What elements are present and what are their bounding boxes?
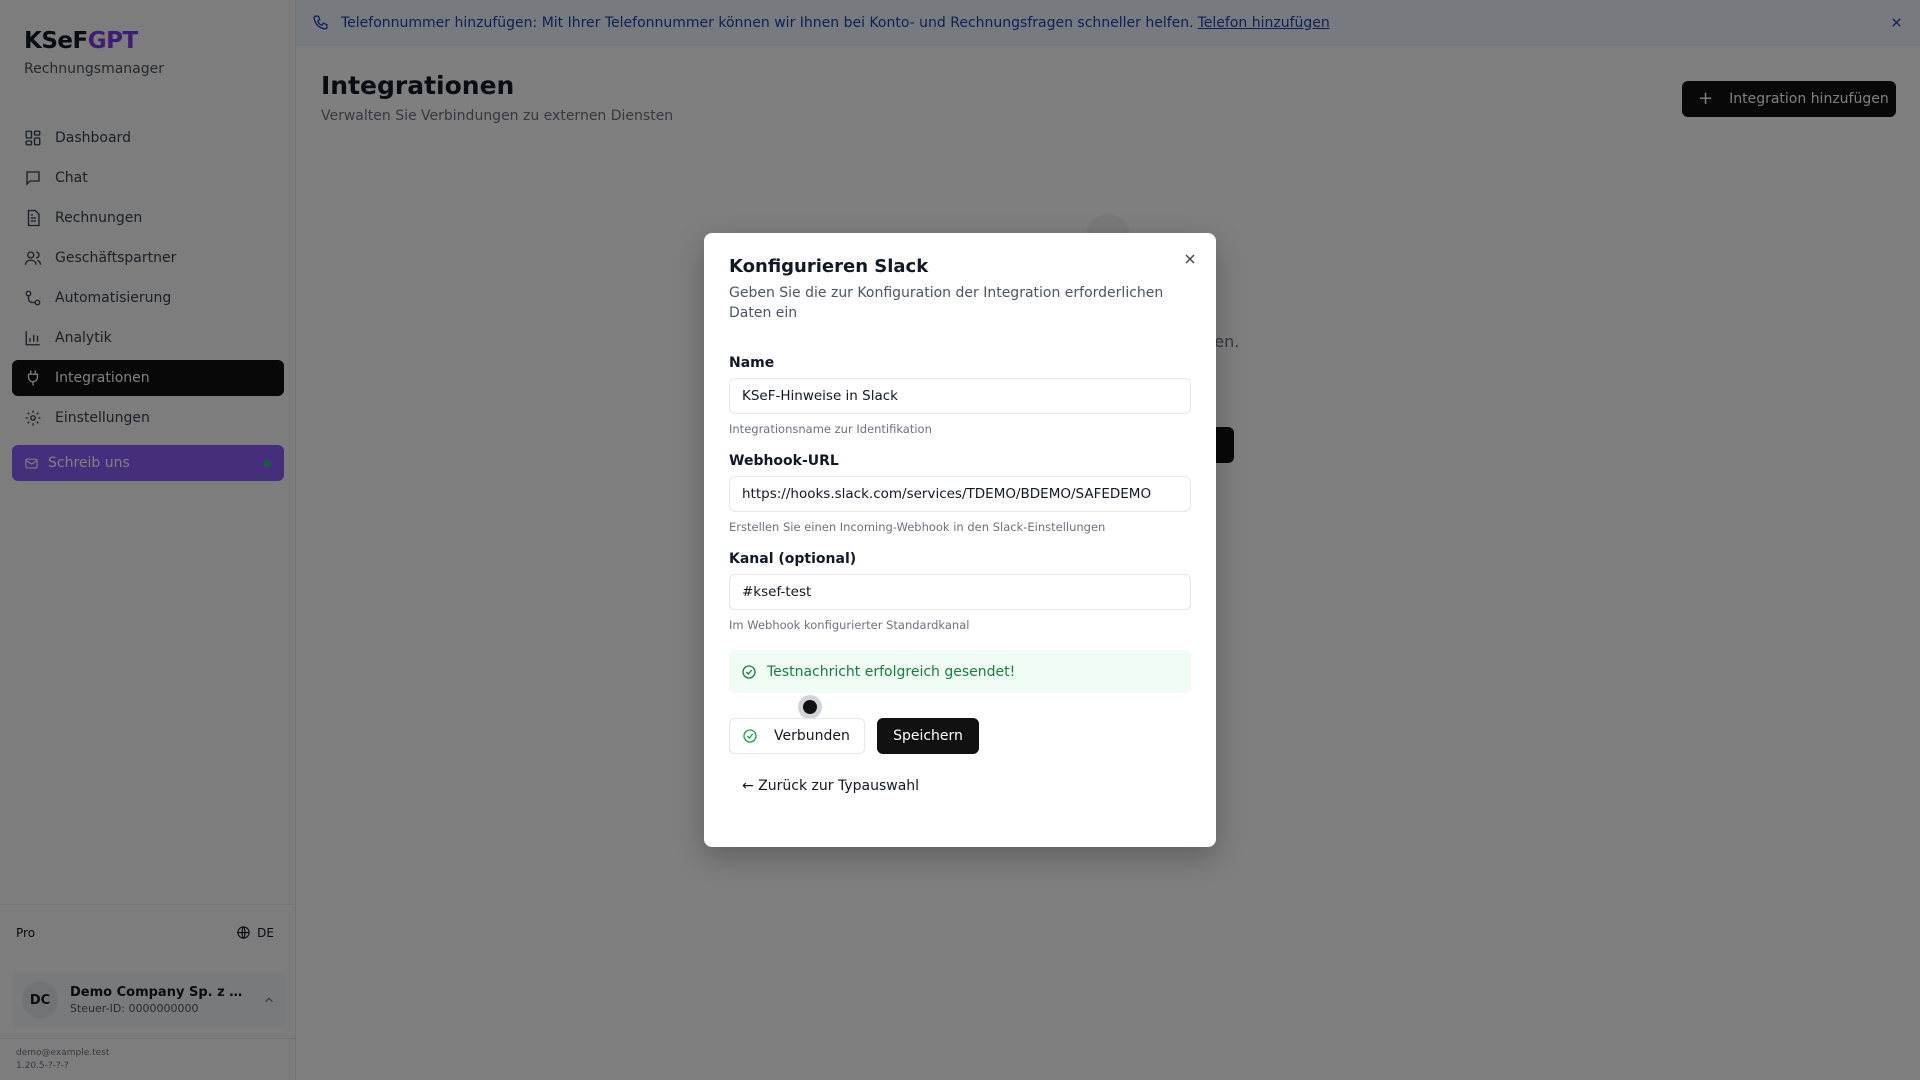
- webhook-url-input[interactable]: [729, 476, 1191, 512]
- dialog-description: Geben Sie die zur Konfiguration der Inte…: [729, 285, 1164, 321]
- channel-label: Kanal (optional): [729, 551, 857, 567]
- close-icon[interactable]: [1182, 251, 1198, 267]
- name-input[interactable]: [729, 378, 1191, 414]
- success-message: Testnachricht erfolgreich gesendet!: [767, 663, 1016, 680]
- name-label: Name: [729, 355, 775, 371]
- save-button[interactable]: Speichern: [877, 718, 979, 754]
- success-alert: Testnachricht erfolgreich gesendet!: [729, 650, 1191, 693]
- test-connection-button[interactable]: Verbunden: [729, 718, 865, 754]
- check-circle-icon: [743, 729, 757, 743]
- mouse-cursor: [798, 695, 822, 719]
- webhook-hint: Erstellen Sie einen Incoming-Webhook in …: [729, 520, 1106, 534]
- dialog-title: Konfigurieren Slack: [729, 256, 929, 277]
- back-to-type-selection-link[interactable]: ← Zurück zur Typauswahl: [742, 778, 919, 794]
- name-hint: Integrationsname zur Identifikation: [729, 422, 932, 436]
- channel-hint: Im Webhook konfigurierter Standardkanal: [729, 618, 970, 632]
- check-circle-icon: [742, 664, 756, 679]
- webhook-label: Webhook-URL: [729, 453, 839, 469]
- connected-label: Verbunden: [774, 728, 850, 744]
- channel-input[interactable]: [729, 574, 1191, 610]
- configure-slack-dialog: Konfigurieren Slack Geben Sie die zur Ko…: [704, 233, 1216, 847]
